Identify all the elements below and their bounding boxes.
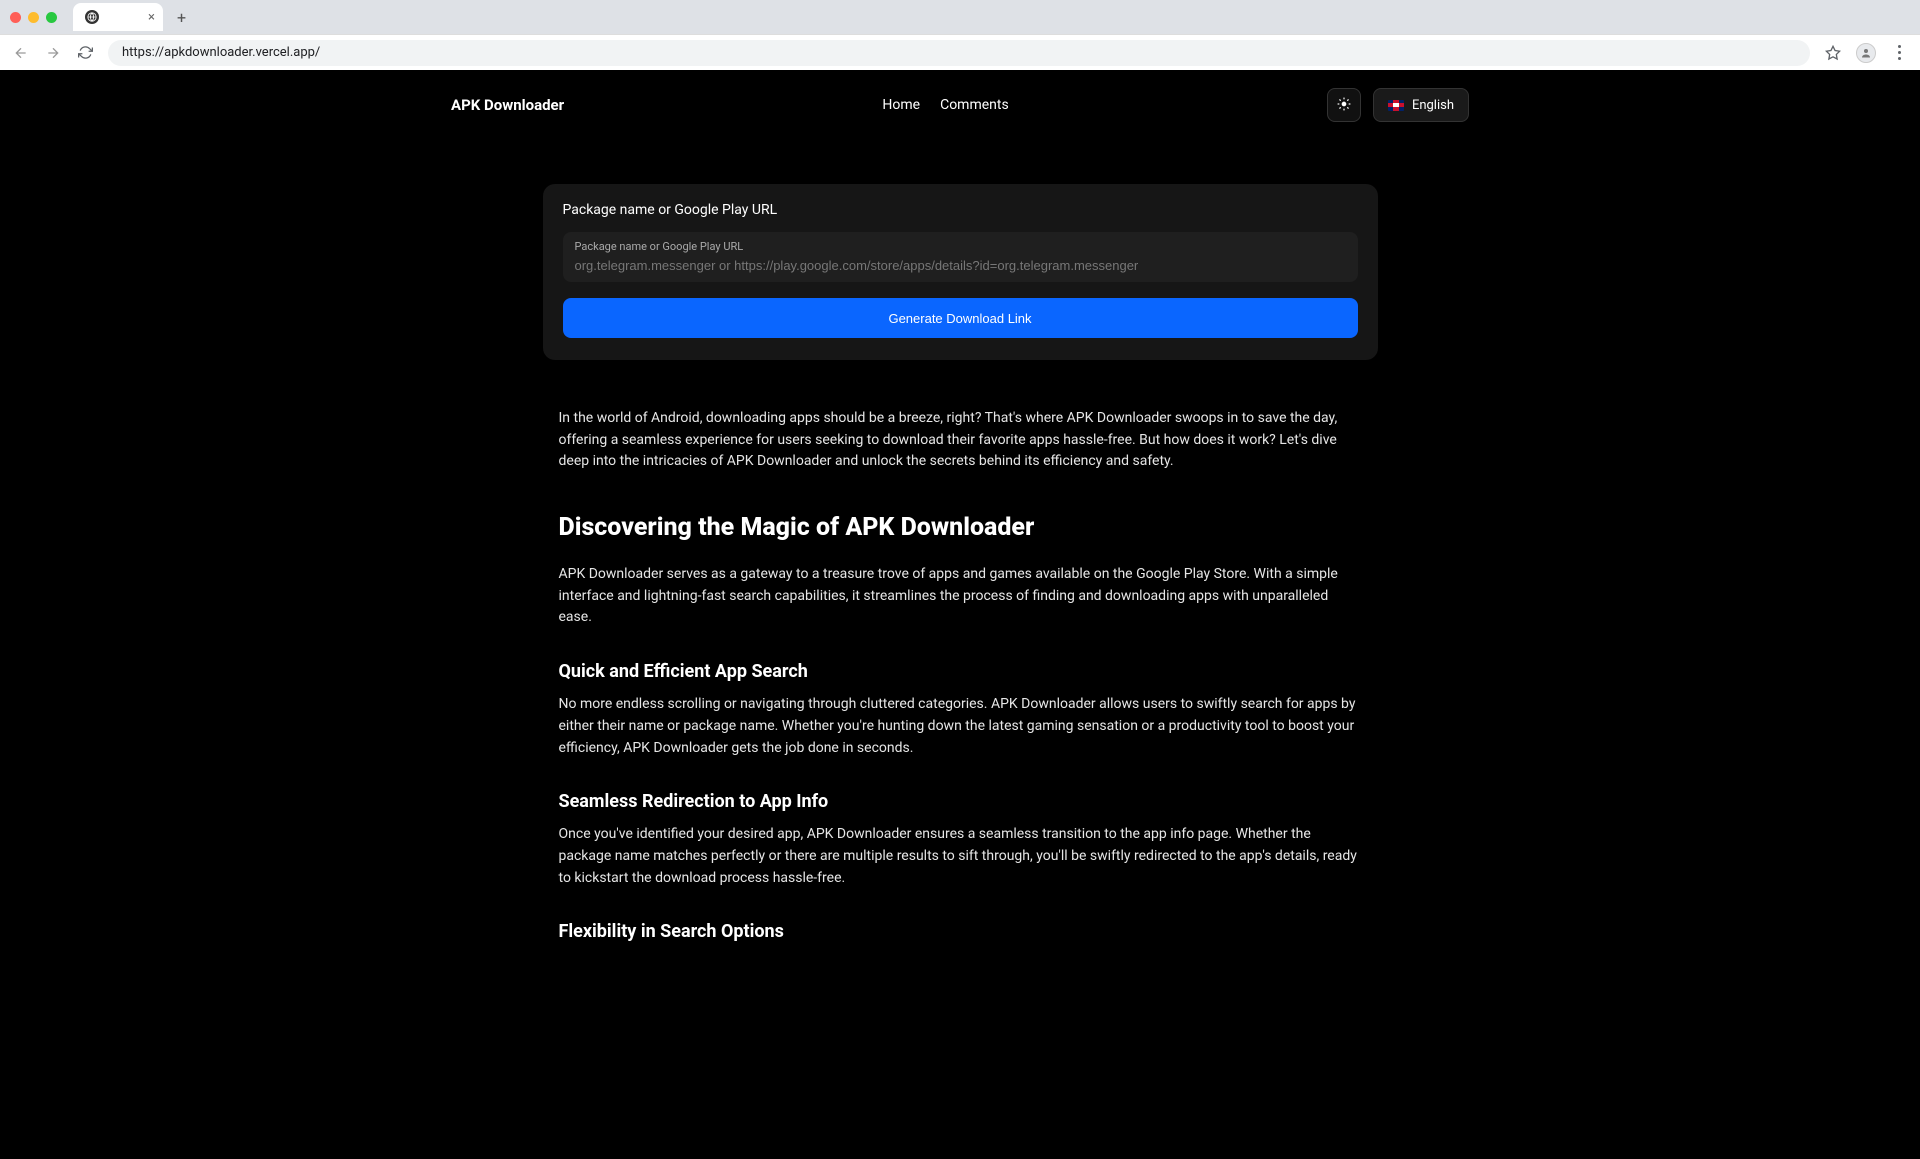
paragraph-quick-search: No more endless scrolling or navigating … [559,694,1362,759]
new-tab-button[interactable]: + [171,8,192,27]
nav-comments[interactable]: Comments [940,97,1009,113]
heading-discovering: Discovering the Magic of APK Downloader [559,513,1362,542]
package-input-wrapper[interactable]: Package name or Google Play URL [563,232,1358,282]
browser-chrome: × + https://apkdownloader.vercel.app/ [0,0,1920,70]
close-tab-icon[interactable]: × [148,10,155,25]
input-label: Package name or Google Play URL [575,240,1346,253]
profile-avatar-icon[interactable] [1856,43,1876,63]
bookmark-star-icon[interactable] [1824,44,1842,62]
heading-quick-search: Quick and Efficient App Search [559,661,1362,682]
language-label: English [1412,98,1454,113]
download-card: Package name or Google Play URL Package … [543,184,1378,360]
reload-button[interactable] [76,44,94,62]
browser-tab[interactable]: × [73,3,163,31]
theme-toggle-button[interactable] [1327,88,1361,122]
forward-button[interactable] [44,44,62,62]
back-button[interactable] [12,44,30,62]
sun-icon [1337,96,1351,115]
paragraph-seamless: Once you've identified your desired app,… [559,824,1362,889]
browser-toolbar: https://apkdownloader.vercel.app/ [0,34,1920,70]
generate-button[interactable]: Generate Download Link [563,298,1358,338]
url-bar[interactable]: https://apkdownloader.vercel.app/ [108,40,1810,66]
language-selector[interactable]: English [1373,88,1469,122]
content-body: In the world of Android, downloading app… [543,360,1378,1014]
card-title: Package name or Google Play URL [563,202,1358,218]
maximize-window-button[interactable] [46,12,57,23]
intro-paragraph: In the world of Android, downloading app… [559,408,1362,473]
flag-uk-icon [1388,100,1404,111]
paragraph-discovering: APK Downloader serves as a gateway to a … [559,564,1362,629]
heading-flexibility: Flexibility in Search Options [559,921,1362,942]
url-text: https://apkdownloader.vercel.app/ [122,45,320,60]
brand-logo[interactable]: APK Downloader [451,96,564,114]
heading-seamless: Seamless Redirection to App Info [559,791,1362,812]
window-controls [10,12,57,23]
site-nav: APK Downloader Home Comments English [435,70,1485,140]
minimize-window-button[interactable] [28,12,39,23]
package-input[interactable] [575,258,1346,273]
browser-titlebar: × + [0,0,1920,34]
page-body: APK Downloader Home Comments English Pac… [0,70,1920,1014]
nav-home[interactable]: Home [882,97,920,113]
close-window-button[interactable] [10,12,21,23]
kebab-menu-icon[interactable] [1890,44,1908,62]
globe-icon [85,10,99,24]
